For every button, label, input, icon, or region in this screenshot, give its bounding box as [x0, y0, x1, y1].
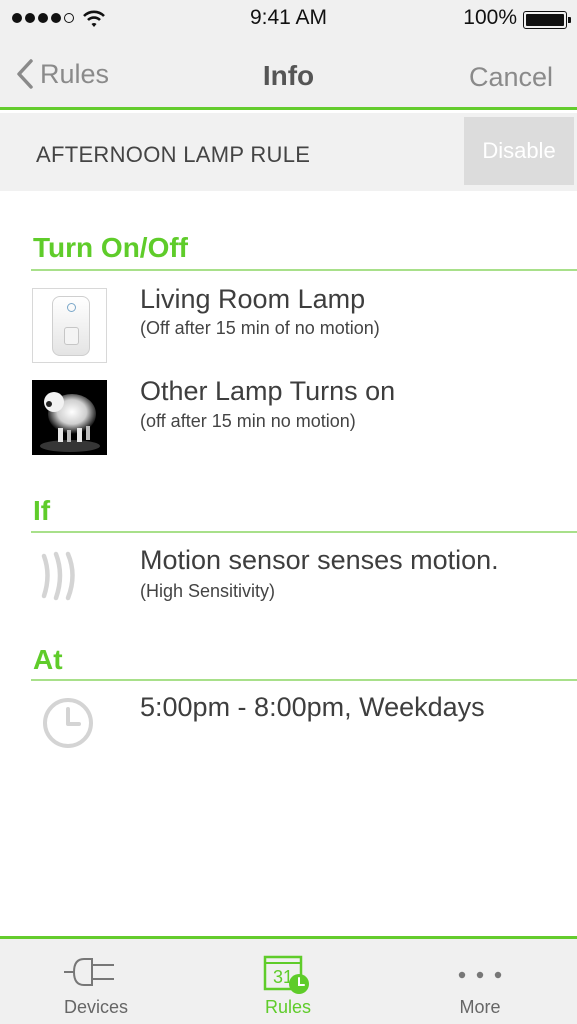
section-title-turn-on-off: Turn On/Off: [33, 232, 188, 263]
back-button-label: Rules: [40, 58, 110, 89]
tab-more[interactable]: More: [384, 939, 576, 1024]
back-button[interactable]: Rules: [16, 58, 109, 90]
tab-devices[interactable]: Devices: [0, 939, 192, 1024]
disable-button[interactable]: Disable: [464, 117, 574, 185]
plug-icon: [64, 958, 114, 986]
device-name: Other Lamp Turns on: [140, 376, 396, 406]
trigger-description: Motion sensor senses motion.: [140, 545, 499, 575]
clock-icon: [43, 698, 93, 748]
section-divider: [31, 679, 577, 681]
section-divider: [31, 269, 577, 271]
trigger-detail: (High Sensitivity): [140, 581, 276, 601]
cancel-button[interactable]: Cancel: [469, 62, 553, 93]
device-name: Living Room Lamp: [140, 284, 366, 314]
tab-label: Rules: [264, 997, 312, 1017]
battery-icon: [523, 11, 571, 29]
rule-name: AFTERNOON LAMP RULE: [36, 142, 311, 167]
navigation-bar: Rules Info Cancel: [0, 38, 577, 110]
section-title-if: If: [33, 495, 51, 526]
ellipsis-icon: [458, 971, 502, 979]
status-bar: 9:41 AM 100%: [0, 0, 577, 38]
section-title-at: At: [33, 644, 63, 675]
battery-percentage: 100%: [463, 6, 517, 29]
tab-rules[interactable]: 31 Rules: [192, 939, 384, 1024]
tab-label: Devices: [63, 997, 129, 1017]
motion-sensor-icon: [41, 551, 75, 601]
schedule-time: 5:00pm - 8:00pm, Weekdays: [140, 692, 485, 722]
calendar-icon: 31: [263, 955, 309, 994]
rule-header: AFTERNOON LAMP RULE Disable: [0, 113, 577, 191]
wemo-switch-icon: [32, 288, 107, 363]
tab-bar: Devices 31 Rules More: [0, 936, 577, 1024]
device-rule-detail: (off after 15 min no motion): [140, 411, 356, 431]
chevron-left-icon: [17, 59, 33, 89]
section-divider: [31, 531, 577, 533]
tab-label: More: [459, 997, 501, 1017]
device-rule-detail: (Off after 15 min of no motion): [140, 318, 380, 338]
sheep-lamp-icon: [32, 380, 107, 455]
